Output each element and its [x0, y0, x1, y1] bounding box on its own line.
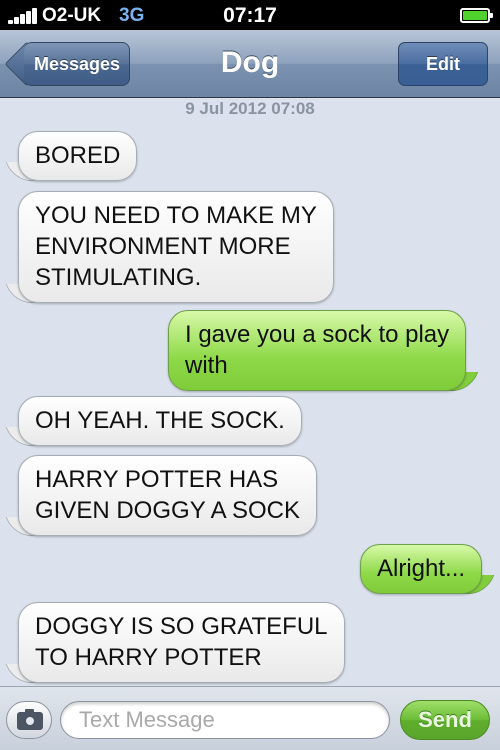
battery-full-icon	[460, 8, 493, 23]
status-bar: O2-UK 3G 07:17	[0, 0, 500, 30]
received-message-bubble[interactable]: OH YEAH. THE SOCK.	[18, 396, 302, 446]
message-text-line: STIMULATING.	[35, 264, 202, 291]
camera-icon	[17, 709, 43, 730]
message-text-line: TO HARRY POTTER	[35, 644, 262, 671]
camera-button[interactable]	[6, 701, 52, 739]
received-message-bubble[interactable]: YOU NEED TO MAKE MY ENVIRONMENT MORE STI…	[18, 191, 334, 303]
message-text: BORED	[35, 142, 121, 169]
message-text-line: GIVEN DOGGY A SOCK	[35, 497, 300, 524]
message-text-line: YOU NEED TO MAKE MY	[35, 202, 317, 229]
text-message-input[interactable]	[60, 701, 390, 739]
message-text-line: DOGGY IS SO GRATEFUL	[35, 613, 328, 640]
edit-button[interactable]: Edit	[398, 42, 488, 86]
received-message-bubble[interactable]: DOGGY IS SO GRATEFUL TO HARRY POTTER	[18, 602, 345, 683]
message-input-bar: Send	[0, 686, 500, 750]
message-text: Alright...	[377, 555, 466, 582]
message-text: OH YEAH. THE SOCK.	[35, 407, 285, 434]
received-message-bubble[interactable]: HARRY POTTER HAS GIVEN DOGGY A SOCK	[18, 455, 317, 536]
message-text-line: ENVIRONMENT MORE	[35, 233, 291, 260]
conversation-timestamp: 9 Jul 2012 07:08	[185, 99, 315, 118]
sent-message-bubble[interactable]: I gave you a sock to play with	[168, 310, 467, 391]
message-text-line: I gave you a sock to play	[185, 321, 450, 348]
received-message-bubble[interactable]: BORED	[18, 131, 138, 181]
message-text-line: HARRY POTTER HAS	[35, 466, 279, 493]
navigation-bar: Messages Dog Edit	[0, 30, 500, 98]
message-text-line: with	[185, 352, 228, 379]
status-time: 07:17	[223, 4, 277, 27]
sent-message-bubble[interactable]: Alright...	[360, 544, 483, 594]
send-button[interactable]: Send	[400, 700, 490, 740]
